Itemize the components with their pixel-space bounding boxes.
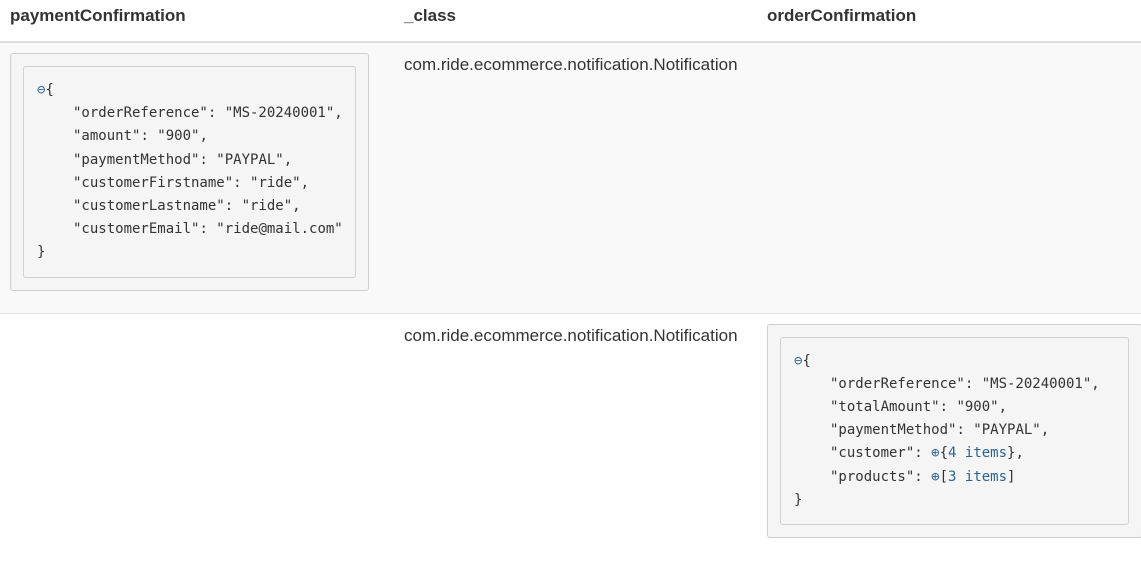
json-open-brace: {: [802, 352, 811, 369]
json-close-line: }: [37, 241, 343, 264]
payment-confirmation-cell: ⊖{ "orderReference": "MS-20240001", "amoun…: [0, 41, 394, 314]
json-key: "orderReference": [830, 375, 965, 392]
json-open-brace: {: [939, 445, 949, 462]
class-cell: com.ride.ecommerce.notification.Notifica…: [394, 312, 757, 561]
json-value: "900": [956, 399, 999, 416]
column-header-class[interactable]: _class: [394, 0, 757, 43]
json-comma: ,: [1091, 375, 1100, 392]
order-confirmation-cell: [757, 41, 1141, 314]
json-key: "customerLastname": [73, 198, 225, 215]
json-comma: ,: [1015, 445, 1024, 462]
json-value: "900": [157, 128, 200, 145]
json-value: "ride@mail.com": [216, 221, 343, 238]
json-viewer: ⊖{ "orderReference": "MS-20240001", "total…: [780, 336, 1129, 526]
json-comma: ,: [998, 399, 1008, 416]
json-line-customer: "customer": ⊕{4 items},: [830, 445, 1024, 462]
json-line: "paymentMethod": "PAYPAL",: [73, 151, 293, 168]
expand-products-icon[interactable]: ⊕: [931, 469, 939, 485]
results-table: paymentConfirmation _class orderConfirma…: [0, 0, 1141, 561]
json-key: "amount": [73, 128, 141, 145]
json-comma: ,: [283, 151, 293, 168]
payment-confirmation-cell: [0, 312, 394, 561]
json-key: "customerFirstname": [73, 174, 234, 191]
json-close-bracket: ]: [1007, 468, 1016, 485]
json-key: "products": [830, 468, 915, 485]
json-line: "totalAmount": "900",: [830, 399, 1008, 416]
json-key: "totalAmount": [830, 399, 940, 416]
header-row: paymentConfirmation _class orderConfirma…: [0, 0, 1141, 43]
json-comma: ,: [334, 105, 343, 122]
json-value: "MS-20240001": [981, 375, 1092, 392]
products-items-link[interactable]: 3 items: [948, 469, 1007, 485]
json-open-brace: {: [45, 82, 54, 98]
json-open-bracket: [: [939, 468, 949, 485]
json-line: "customerLastname": "ride",: [73, 198, 301, 215]
json-comma: ,: [300, 174, 310, 191]
json-key: "paymentMethod": [73, 151, 200, 168]
json-open-line: ⊖{: [794, 350, 1116, 373]
json-value: "ride": [250, 174, 301, 191]
json-cell-box: ⊖{ "orderReference": "MS-20240001", "amoun…: [10, 53, 369, 291]
json-open-line: ⊖{: [37, 79, 343, 102]
customer-items-link[interactable]: 4 items: [948, 445, 1007, 461]
table-row: com.ride.ecommerce.notification.Notifica…: [0, 312, 1141, 561]
json-value: "ride": [241, 198, 293, 215]
json-line-products: "products": ⊕[3 items]: [830, 468, 1016, 485]
class-cell: com.ride.ecommerce.notification.Notifica…: [394, 41, 757, 314]
order-confirmation-cell: ⊖{ "orderReference": "MS-20240001", "total…: [757, 312, 1141, 561]
json-value: "PAYPAL": [973, 422, 1041, 439]
json-close-line: }: [794, 489, 1116, 512]
json-key: "customerEmail": [73, 221, 200, 238]
json-close-brace: }: [37, 244, 46, 261]
table-row: ⊖{ "orderReference": "MS-20240001", "amoun…: [0, 41, 1141, 314]
column-header-payment-confirmation[interactable]: paymentConfirmation: [0, 0, 394, 43]
json-value: "PAYPAL": [216, 151, 284, 168]
json-key: "orderReference": [73, 105, 208, 122]
expand-customer-icon[interactable]: ⊕: [931, 445, 939, 461]
json-comma: ,: [292, 198, 301, 215]
json-key: "customer": [830, 445, 915, 462]
json-key: "paymentMethod": [830, 422, 957, 439]
json-line: "amount": "900",: [73, 128, 208, 145]
json-line: "orderReference": "MS-20240001",: [830, 375, 1100, 392]
json-line: "customerFirstname": "ride",: [73, 174, 310, 191]
column-header-order-confirmation[interactable]: orderConfirmation: [757, 0, 1141, 43]
json-value: "MS-20240001": [224, 105, 335, 122]
json-cell-box: ⊖{ "orderReference": "MS-20240001", "total…: [767, 323, 1141, 539]
json-comma: ,: [1040, 422, 1050, 439]
json-close-brace: }: [794, 491, 803, 508]
json-line: "customerEmail": "ride@mail.com": [73, 221, 343, 238]
json-line: "orderReference": "MS-20240001",: [73, 105, 343, 122]
json-comma: ,: [199, 128, 208, 145]
json-viewer: ⊖{ "orderReference": "MS-20240001", "amoun…: [23, 66, 356, 278]
json-line: "paymentMethod": "PAYPAL",: [830, 422, 1050, 439]
